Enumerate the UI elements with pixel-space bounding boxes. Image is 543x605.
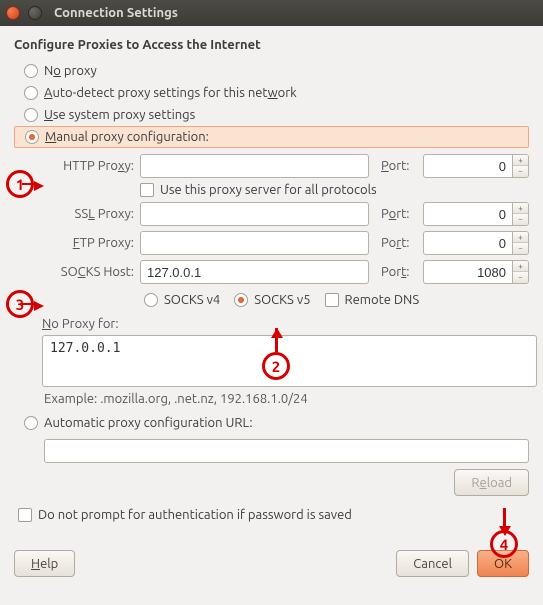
reload-button[interactable]: Reload [454, 469, 529, 496]
radio-icon [24, 108, 38, 122]
socks-host-label: SOCKS Host: [44, 265, 134, 279]
ftp-port-label: Port: [381, 236, 417, 250]
manual-proxy-fields: HTTP Proxy: Port: +− Use this proxy serv… [44, 154, 529, 311]
ok-button[interactable]: OK [477, 550, 529, 577]
no-prompt-label: Do not prompt for authentication if pass… [38, 508, 352, 522]
radio-no-proxy[interactable]: No proxy [14, 60, 529, 82]
radio-auto-detect[interactable]: Auto-detect proxy settings for this netw… [14, 82, 529, 104]
no-prompt-checkbox[interactable] [18, 508, 32, 522]
radio-manual-proxy[interactable]: Manual proxy configuration: [14, 126, 529, 148]
page-heading: Configure Proxies to Access the Internet [14, 38, 529, 52]
window-title: Connection Settings [54, 6, 178, 20]
checkbox-icon [325, 293, 339, 307]
no-proxy-for-label: No Proxy for: [42, 317, 529, 331]
radio-icon [24, 64, 38, 78]
no-proxy-example: Example: .mozilla.org, .net.nz, 192.168.… [44, 392, 529, 406]
radio-icon [144, 293, 158, 307]
close-icon[interactable] [6, 6, 20, 20]
radio-icon [25, 130, 39, 144]
cancel-button[interactable]: Cancel [396, 550, 469, 577]
ftp-proxy-input[interactable] [140, 231, 369, 255]
use-all-label: Use this proxy server for all protocols [160, 183, 377, 197]
http-port-spinner[interactable]: +− [513, 154, 529, 178]
ftp-proxy-label: FTP Proxy: [44, 236, 134, 250]
socks-host-input[interactable] [140, 260, 369, 284]
auto-config-url-input[interactable] [44, 439, 529, 463]
ssl-port-input[interactable] [423, 202, 513, 226]
http-proxy-label: HTTP Proxy: [44, 159, 134, 173]
radio-socks-v5[interactable]: SOCKS v5 [234, 293, 310, 307]
radio-icon [24, 86, 38, 100]
socks-port-spinner[interactable]: +− [513, 260, 529, 284]
no-proxy-textarea[interactable] [42, 335, 537, 387]
use-all-checkbox[interactable] [140, 183, 154, 197]
titlebar: Connection Settings [0, 0, 543, 26]
radio-system-proxy[interactable]: Use system proxy settings [14, 104, 529, 126]
http-port-label: Port: [381, 159, 417, 173]
ftp-port-spinner[interactable]: +− [513, 231, 529, 255]
radio-socks-v4[interactable]: SOCKS v4 [144, 293, 220, 307]
ftp-port-input[interactable] [423, 231, 513, 255]
ssl-port-spinner[interactable]: +− [513, 202, 529, 226]
ssl-port-label: Port: [381, 207, 417, 221]
http-proxy-input[interactable] [140, 154, 369, 178]
radio-icon [234, 293, 248, 307]
help-button[interactable]: Help [14, 550, 75, 577]
minimize-icon[interactable] [28, 6, 42, 20]
ssl-proxy-label: SSL Proxy: [44, 207, 134, 221]
socks-port-label: Port: [381, 265, 417, 279]
radio-auto-config-url[interactable]: Automatic proxy configuration URL: [14, 412, 529, 434]
socks-port-input[interactable] [423, 260, 513, 284]
ssl-proxy-input[interactable] [140, 202, 369, 226]
http-port-input[interactable] [423, 154, 513, 178]
checkbox-remote-dns[interactable]: Remote DNS [325, 293, 420, 307]
radio-icon [24, 416, 38, 430]
dialog-content: Configure Proxies to Access the Internet… [0, 26, 543, 587]
